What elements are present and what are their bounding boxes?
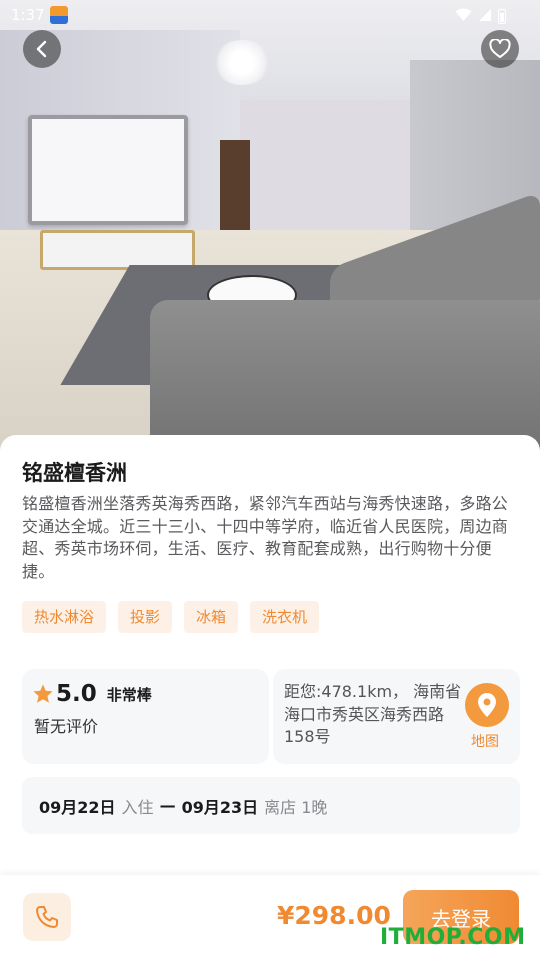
map-pin-icon: [478, 693, 496, 717]
date-separator: —: [159, 796, 176, 815]
map-button[interactable]: [465, 683, 509, 727]
listing-description: 铭盛檀香洲坐落秀英海秀西路，紧邻汽车西站与海秀快速路，多路公交通达全城。近三十三…: [22, 494, 509, 581]
back-button[interactable]: [23, 30, 61, 68]
listing-card: 铭盛檀香洲 铭盛檀香洲坐落秀英海秀西路，紧邻汽车西站与海秀快速路，多路公交通达全…: [0, 435, 540, 875]
hotel-detail-screen: 1:37 铭盛檀香洲 铭盛檀香洲坐落秀英海秀西路，紧邻汽车西站与海秀快速路，多路…: [0, 0, 540, 960]
checkin-label: 入住: [121, 797, 154, 817]
rating-score: 5.0: [56, 681, 97, 707]
checkout-label: 离店 1晚: [264, 797, 328, 817]
checkin-date: 09月22日: [39, 797, 116, 817]
signal-icon: [478, 7, 492, 26]
phone-button[interactable]: [23, 893, 71, 941]
checkout-date: 09月23日: [181, 797, 259, 817]
map-label[interactable]: 地图: [471, 731, 499, 751]
amenity-tags: 热水淋浴 投影 冰箱 洗衣机: [22, 601, 320, 633]
back-arrow-icon: [36, 40, 47, 58]
wifi-icon: [455, 7, 472, 26]
review-count: 暂无评价: [34, 717, 99, 736]
favorite-button[interactable]: [481, 30, 519, 68]
chandelier: [212, 40, 272, 85]
battery-icon: [498, 9, 506, 24]
living-room-photo: [0, 0, 540, 450]
app-notification-icon: [50, 6, 68, 24]
status-time: 1:37: [11, 6, 45, 24]
amenity-tag: 投影: [118, 601, 173, 633]
amenity-tag: 冰箱: [184, 601, 239, 633]
price: ¥298.00: [277, 901, 391, 930]
watermark: ITMOP.COM: [380, 925, 526, 950]
rating-panel[interactable]: 5.0 非常棒 暂无评价: [22, 669, 269, 764]
star-icon: [33, 684, 53, 703]
heart-icon: [489, 39, 511, 58]
status-bar: 1:37: [0, 0, 540, 30]
projector-screen: [28, 115, 188, 225]
amenity-tag: 热水淋浴: [22, 601, 107, 633]
phone-icon: [36, 906, 58, 928]
sofa: [150, 300, 540, 450]
location-panel: 距您:478.1km， 海南省海口市秀英区海秀西路158号 地图: [273, 669, 520, 764]
listing-title: 铭盛檀香洲: [22, 461, 127, 485]
amenity-tag: 洗衣机: [250, 601, 320, 633]
address-text: 距您:478.1km， 海南省海口市秀英区海秀西路158号: [284, 682, 462, 746]
stay-dates[interactable]: 09月22日 入住 — 09月23日 离店 1晚: [22, 777, 520, 834]
rating-label: 非常棒: [106, 685, 152, 704]
